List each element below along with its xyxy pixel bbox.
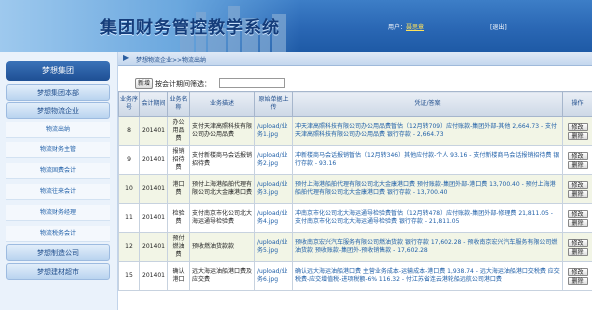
ops-cell: 修改 删除	[562, 174, 592, 204]
name-cell: 报销招待费	[167, 145, 190, 175]
breadcrumb-arrow-icon: ▶	[123, 53, 130, 62]
desc-cell: 支付南京市化公司北大海运通导检验费	[189, 203, 255, 233]
edit-button[interactable]: 修改	[567, 238, 588, 247]
answer-cell: 预付上海港船舶代理有限公司北大金康港口费 预付账款-集团外部-港口费 13,70…	[292, 174, 563, 204]
ops-cell: 修改 删除	[562, 145, 592, 175]
ops-cell: 修改 删除	[562, 116, 592, 146]
col-ops-header: 操作	[562, 91, 592, 117]
app-title: 集团财务管控教学系统	[100, 18, 280, 38]
answer-cell: 冲新楼商马会话报销暂估（12月转346）其他应付款-个人 93.16 - 支付新…	[292, 145, 563, 175]
ops-cell: 修改 删除	[562, 261, 592, 291]
sidebar-item-logistics-cashier[interactable]: 物流出纳	[6, 122, 110, 138]
period-cell: 201401	[139, 174, 168, 204]
edit-button[interactable]: 修改	[567, 122, 588, 131]
delete-button[interactable]: 删除	[567, 160, 588, 169]
upload-link[interactable]: /upload/业务3.jpg	[254, 174, 293, 204]
period-cell: 201401	[139, 203, 168, 233]
delete-button[interactable]: 删除	[567, 247, 588, 256]
business-table: 业务序号 会计期间 业务名称 业务描述 原始单据上传 凭证/答案 操作 8 201…	[118, 91, 592, 291]
seq-cell: 9	[118, 145, 140, 175]
sidebar-item-group-hq[interactable]: 梦想集团本部	[6, 84, 110, 101]
delete-button[interactable]: 删除	[567, 189, 588, 198]
sidebar: 梦想集团 梦想集团本部 梦想物流企业 物流出纳 物流财务主管 物流固费会计 物流…	[0, 52, 118, 310]
table-row: 11 201401 检验费 支付南京市化公司北大海运通导检验费/upload/业务4.…	[118, 203, 592, 233]
upload-link[interactable]: /upload/业务2.jpg	[254, 145, 293, 175]
upload-link[interactable]: /upload/业务5.jpg	[254, 232, 293, 262]
answer-cell: 冲天津高照科技有限公司办公用品费暂估（12月转709）应付账款-集团外部-其他 …	[292, 116, 563, 146]
sidebar-item-logistics-supervisor[interactable]: 物流财务主管	[6, 142, 110, 158]
edit-button[interactable]: 修改	[567, 151, 588, 160]
period-cell: 201401	[139, 261, 168, 291]
name-cell: 办公用品费	[167, 116, 190, 146]
seq-cell: 15	[118, 261, 140, 291]
ops-cell: 修改 删除	[562, 232, 592, 262]
name-cell: 检验费	[167, 203, 190, 233]
edit-button[interactable]: 修改	[567, 267, 588, 276]
col-desc-header: 业务描述	[189, 91, 255, 117]
period-cell: 201401	[139, 145, 168, 175]
user-name-link[interactable]: 聂思章	[406, 24, 424, 31]
period-cell: 201401	[139, 232, 168, 262]
breadcrumb: ▶ 梦想物流企业>>物流出纳	[118, 52, 592, 66]
desc-cell: 支付新楼商马会话报销招待费	[189, 145, 255, 175]
table-row: 9 201401 报销招待费 支付新楼商马会话报销招待费/upload/业务2.jpg…	[118, 145, 592, 175]
upload-link[interactable]: /upload/业务4.jpg	[254, 203, 293, 233]
seq-cell: 11	[118, 203, 140, 233]
col-name-header: 业务名称	[167, 91, 190, 117]
desc-cell: 支付天津高照科技有限公司办公用品费	[189, 116, 255, 146]
desc-cell: 预收燃油货款款	[189, 232, 255, 262]
table-row: 8 201401 办公用品费 支付天津高照科技有限公司办公用品费/upload/业务1…	[118, 116, 592, 146]
seq-cell: 10	[118, 174, 140, 204]
name-cell: 预付燃油费	[167, 232, 190, 262]
upload-link[interactable]: /upload/业务1.jpg	[254, 116, 293, 146]
edit-button[interactable]: 修改	[567, 180, 588, 189]
filter-label: 按会计期间筛选：	[155, 80, 211, 88]
answer-cell: 确认远大海运油船港口费 主营业务成本-运输成本-港口费 1,938.74 - 远…	[292, 261, 563, 291]
sidebar-item-logistics-manager[interactable]: 物流财务经理	[6, 205, 110, 221]
desc-cell: 远大海运油船港口费及应交费	[189, 261, 255, 291]
name-cell: 港口费	[167, 174, 190, 204]
logout-link[interactable]: [退出]	[490, 22, 507, 31]
desc-cell: 预付上海港船舶代理有限公司北大金康港口费	[189, 174, 255, 204]
sidebar-item-logistics-tax[interactable]: 物流税务会计	[6, 226, 110, 242]
name-cell: 确认港口	[167, 261, 190, 291]
edit-button[interactable]: 修改	[567, 209, 588, 218]
sidebar-item-manufacturing[interactable]: 梦想制造公司	[6, 244, 110, 261]
period-cell: 201401	[139, 116, 168, 146]
new-button[interactable]: 新增	[135, 78, 153, 89]
breadcrumb-text: 梦想物流企业>>物流出纳	[136, 57, 207, 64]
user-info: 用户：聂思章	[388, 22, 424, 31]
answer-cell: 预收南京宏兴汽车服务有限公司燃油货款 银行存款 17,602.28 - 预收南京…	[292, 232, 563, 262]
col-answer-header: 凭证/答案	[292, 91, 563, 117]
sidebar-item-building-materials[interactable]: 梦想建材超市	[6, 263, 110, 280]
sidebar-item-logistics-receivables[interactable]: 物流往来会计	[6, 184, 110, 200]
seq-cell: 12	[118, 232, 140, 262]
sidebar-item-logistics[interactable]: 梦想物流企业	[6, 102, 110, 119]
user-label: 用户：	[388, 24, 407, 31]
sidebar-item-logistics-fixed-asset[interactable]: 物流固费会计	[6, 163, 110, 179]
delete-button[interactable]: 删除	[567, 131, 588, 140]
delete-button[interactable]: 删除	[567, 276, 588, 285]
upload-link[interactable]: /upload/业务6.jpg	[254, 261, 293, 291]
table-row: 15 201401 确认港口 远大海运油船港口费及应交费/upload/业务6.jpg…	[118, 261, 592, 291]
table-row: 10 201401 港口费 预付上海港船舶代理有限公司北大金康港口费/upload/业…	[118, 174, 592, 204]
col-seq-header: 业务序号	[118, 91, 140, 117]
col-upload-header: 原始单据上传	[254, 91, 293, 117]
sidebar-group-header[interactable]: 梦想集团	[6, 61, 110, 81]
delete-button[interactable]: 删除	[567, 218, 588, 227]
table-header-row: 业务序号 会计期间 业务名称 业务描述 原始单据上传 凭证/答案 操作	[118, 91, 592, 117]
table-row: 12 201401 预付燃油费 预收燃油货款款/upload/业务5.jpg 预收南京宏…	[118, 232, 592, 262]
ops-cell: 修改 删除	[562, 203, 592, 233]
col-period-header: 会计期间	[139, 91, 168, 117]
seq-cell: 8	[118, 116, 140, 146]
period-filter-input[interactable]	[219, 78, 285, 88]
answer-cell: 冲南京市化公司北大海运通导检验费暂估（12月转478）应付账款-集团外部-修理费…	[292, 203, 563, 233]
app-header: 集团财务管控教学系统 用户：聂思章 [退出]	[0, 0, 592, 52]
